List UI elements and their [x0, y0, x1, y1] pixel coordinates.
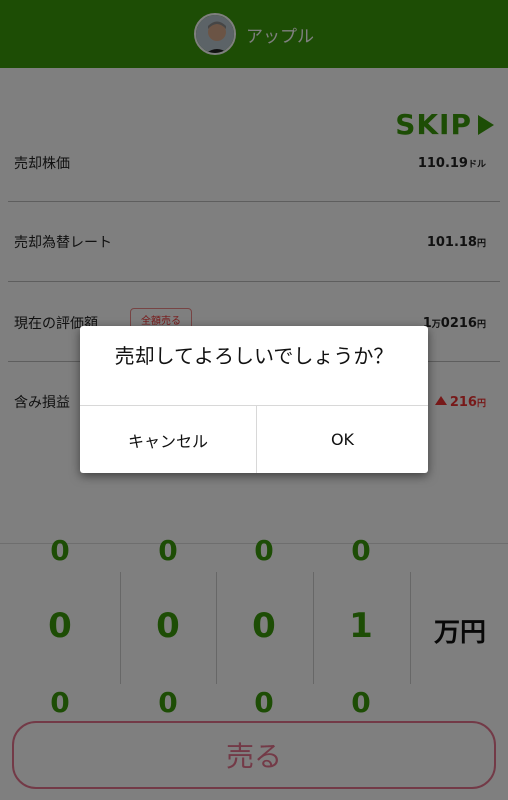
cancel-button[interactable]: キャンセル [80, 406, 256, 473]
dialog-message: 売却してよろしいでしょうか？ [114, 344, 394, 368]
ok-button[interactable]: OK [257, 406, 428, 473]
confirm-dialog: 売却してよろしいでしょうか？ キャンセル OK [80, 326, 428, 473]
